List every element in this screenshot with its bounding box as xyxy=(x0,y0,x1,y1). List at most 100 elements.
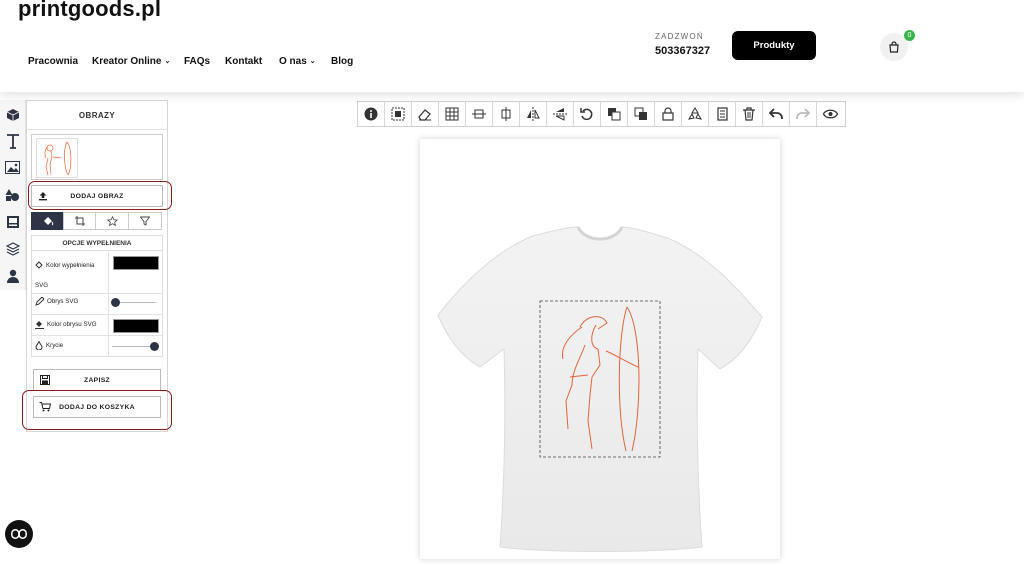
site-logo[interactable]: printgoods.pl xyxy=(18,0,161,22)
shapes-icon xyxy=(5,188,19,201)
tool-delete[interactable] xyxy=(736,102,763,126)
nav-blog[interactable]: Blog xyxy=(331,56,353,67)
image-thumbnail[interactable] xyxy=(36,138,78,178)
paint-bucket-icon xyxy=(43,217,53,226)
fill-color-swatch[interactable] xyxy=(113,256,159,270)
chevron-down-icon: ⌄ xyxy=(164,58,171,65)
eraser-icon xyxy=(418,109,431,121)
stroke-slider-handle[interactable] xyxy=(111,298,120,307)
chat-widget-button[interactable] xyxy=(5,520,33,548)
grid-icon xyxy=(445,107,459,121)
tab-fill[interactable] xyxy=(31,212,65,230)
stroke-label: Obrys SVG xyxy=(35,297,78,306)
align-vertical-icon xyxy=(472,109,486,119)
rotate-icon xyxy=(580,108,593,121)
user-icon xyxy=(6,269,19,283)
flip-horizontal-icon xyxy=(527,107,540,121)
tool-flip-vertical[interactable] xyxy=(547,102,574,126)
tool-eraser[interactable] xyxy=(412,102,439,126)
flip-vertical-icon xyxy=(553,108,567,121)
rail-text-button[interactable] xyxy=(3,131,22,150)
tool-flip-horizontal[interactable] xyxy=(520,102,547,126)
tool-rail xyxy=(0,100,26,290)
send-backward-icon xyxy=(634,107,647,120)
filter-icon xyxy=(140,216,150,226)
eye-icon xyxy=(822,109,838,119)
nav-pracownia[interactable]: Pracownia xyxy=(28,56,78,67)
text-icon xyxy=(6,133,19,149)
tab-effects[interactable] xyxy=(95,212,129,230)
panel-title: OBRAZY xyxy=(27,101,167,130)
rail-layers-button[interactable] xyxy=(3,239,22,258)
save-button[interactable]: ZAPISZ xyxy=(33,369,161,391)
templates-icon xyxy=(6,215,19,228)
tool-lock[interactable] xyxy=(655,102,682,126)
design-canvas[interactable] xyxy=(420,139,780,559)
tool-preview[interactable] xyxy=(817,102,843,126)
add-image-button[interactable]: DODAJ OBRAZ xyxy=(31,185,163,207)
fill-color-label: Kolor wypełnienia SVG xyxy=(35,261,95,289)
tool-align-horizontal[interactable] xyxy=(493,102,520,126)
save-icon xyxy=(40,375,50,385)
tool-redo[interactable] xyxy=(790,102,817,126)
opacity-slider-handle[interactable] xyxy=(150,342,159,351)
rail-images-button[interactable] xyxy=(3,158,22,177)
cart-icon xyxy=(39,402,51,412)
call-label: ZADZWOŃ xyxy=(655,32,704,41)
tool-undo[interactable] xyxy=(763,102,790,126)
trash-icon xyxy=(743,107,755,121)
cart-count-badge: 0 xyxy=(904,30,915,41)
stroke-color-icon xyxy=(35,321,44,329)
tool-grid[interactable] xyxy=(439,102,466,126)
shopping-bag-icon xyxy=(889,41,899,53)
info-icon xyxy=(364,107,378,121)
tab-crop[interactable] xyxy=(63,212,97,230)
rail-templates-button[interactable] xyxy=(3,212,22,231)
star-icon xyxy=(106,215,118,226)
image-gallery xyxy=(31,134,163,180)
nav-kreator-online[interactable]: Kreator Online ⌄ xyxy=(92,56,170,67)
site-header: printgoods.pl Pracownia Kreator Online ⌄ … xyxy=(0,0,1024,92)
fill-color-icon xyxy=(35,261,43,270)
tshirt-mockup xyxy=(437,226,763,552)
tool-align-vertical[interactable] xyxy=(466,102,493,126)
lock-icon xyxy=(662,107,674,121)
phone-number[interactable]: 503367327 xyxy=(655,45,710,57)
duplicate-icon xyxy=(716,107,728,121)
chevron-down-icon: ⌄ xyxy=(309,58,316,65)
bring-forward-icon xyxy=(608,108,621,121)
rail-shapes-button[interactable] xyxy=(3,185,22,204)
fill-options-title: OPCJE WYPEŁNIENIA xyxy=(32,236,162,251)
opacity-label: Krycie xyxy=(35,341,63,350)
tool-center[interactable] xyxy=(385,102,412,126)
chat-icon xyxy=(11,529,27,539)
images-panel: OBRAZY DODAJ OBRAZ OPCJE WYPEŁNIENIA Kol… xyxy=(22,100,172,432)
drop-icon xyxy=(35,341,43,350)
rail-user-button[interactable] xyxy=(3,266,22,285)
tool-rotate[interactable] xyxy=(574,102,601,126)
add-to-cart-button[interactable]: DODAJ DO KOSZYKA xyxy=(33,396,161,418)
tool-info[interactable] xyxy=(358,102,385,126)
rail-products-button[interactable] xyxy=(3,105,22,124)
tool-bring-forward[interactable] xyxy=(601,102,628,126)
nav-kontakt[interactable]: Kontakt xyxy=(225,56,262,67)
tab-filters[interactable] xyxy=(128,212,162,230)
nav-faqs[interactable]: FAQs xyxy=(184,56,210,67)
cube-icon xyxy=(6,108,19,121)
tool-duplicate[interactable] xyxy=(709,102,736,126)
products-button[interactable]: Produkty xyxy=(732,31,816,60)
tool-send-backward[interactable] xyxy=(628,102,655,126)
fill-options: OPCJE WYPEŁNIENIA Kolor wypełnienia SVG … xyxy=(31,235,163,357)
redo-icon xyxy=(796,108,810,119)
image-icon xyxy=(5,161,20,174)
pen-icon xyxy=(35,297,44,306)
crop-icon xyxy=(75,216,85,226)
stroke-color-swatch[interactable] xyxy=(113,319,159,333)
image-options-tabs xyxy=(31,212,162,230)
upload-icon xyxy=(39,192,47,201)
tool-recycle[interactable] xyxy=(682,102,709,126)
nav-o-nas[interactable]: O nas ⌄ xyxy=(279,56,316,67)
recycle-icon xyxy=(688,107,702,120)
undo-icon xyxy=(769,108,783,119)
center-icon xyxy=(391,107,405,121)
